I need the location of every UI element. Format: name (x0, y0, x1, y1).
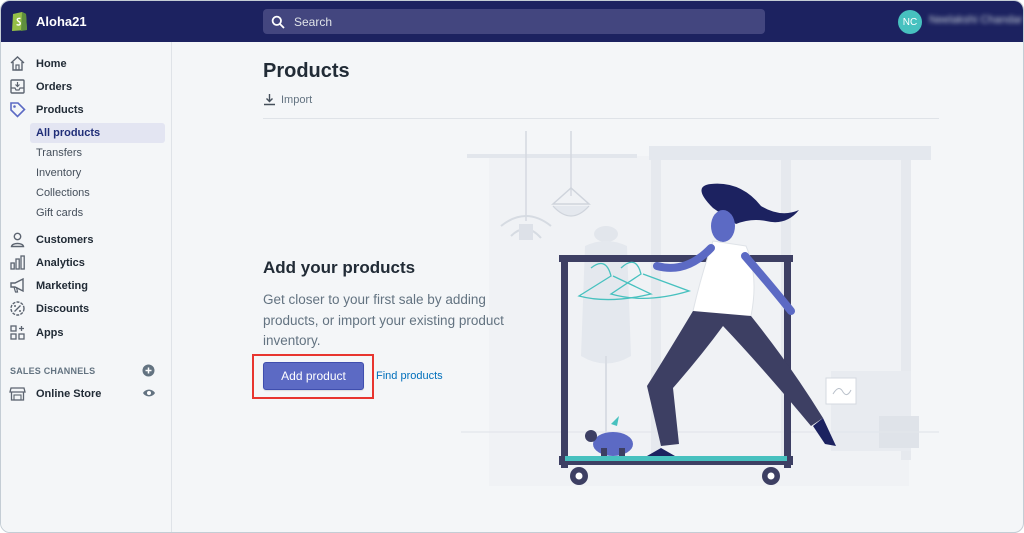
import-button[interactable]: Import (263, 93, 312, 106)
header-divider (263, 118, 939, 119)
sidebar-subitem-transfers[interactable]: Transfers (30, 143, 165, 163)
tag-icon (10, 102, 26, 118)
sidebar-subitem-gift-cards[interactable]: Gift cards (30, 203, 165, 223)
sidebar-item-customers[interactable]: Customers (1, 229, 172, 251)
page-title: Products (263, 60, 350, 82)
sidebar-item-discounts[interactable]: Discounts (1, 298, 172, 320)
search-icon (271, 15, 285, 29)
eye-icon[interactable] (142, 388, 156, 398)
sidebar-subitem-label: Transfers (36, 147, 83, 159)
store-icon (9, 387, 26, 401)
sidebar-item-label: Home (36, 58, 67, 70)
sidebar-item-marketing[interactable]: Marketing (1, 275, 172, 297)
sidebar-item-products[interactable]: Products (1, 99, 172, 121)
sidebar: Home Orders Products All products Transf… (1, 42, 172, 532)
search-bar[interactable]: Search (263, 9, 765, 34)
sidebar-subitem-label: Gift cards (36, 207, 84, 219)
sidebar-item-label: Discounts (36, 303, 90, 315)
sidebar-item-label: Products (36, 104, 84, 116)
sidebar-item-label: Customers (36, 234, 94, 246)
empty-state-description: Get closer to your first sale by adding … (263, 292, 504, 348)
add-channel-icon[interactable] (142, 364, 155, 377)
discount-icon (10, 301, 25, 316)
sidebar-subitem-all-products[interactable]: All products (30, 123, 165, 143)
add-product-button[interactable]: Add product (263, 362, 364, 390)
search-input[interactable]: Search (294, 15, 332, 29)
sidebar-item-analytics[interactable]: Analytics (1, 252, 172, 274)
sidebar-item-label: Apps (36, 327, 64, 339)
shopify-logo-icon[interactable] (10, 10, 28, 32)
sidebar-item-label: Online Store (36, 388, 102, 400)
person-icon (10, 232, 25, 248)
app-window: Aloha21 Search NC Neelakshi Chandar Home (0, 0, 1024, 533)
sidebar-item-label: Analytics (36, 257, 85, 269)
empty-state-title: Add your products (263, 258, 416, 277)
find-products-link[interactable]: Find products (376, 370, 443, 382)
sidebar-subitem-inventory[interactable]: Inventory (30, 163, 165, 183)
avatar[interactable]: NC (898, 10, 922, 34)
megaphone-icon (10, 277, 24, 293)
sidebar-subitem-collections[interactable]: Collections (30, 183, 165, 203)
home-icon (10, 56, 25, 71)
sidebar-subitem-label: Collections (36, 187, 90, 199)
sidebar-subitem-label: Inventory (36, 167, 82, 179)
bar-chart-icon (10, 255, 25, 270)
sidebar-item-home[interactable]: Home (1, 53, 172, 75)
sidebar-item-label: Orders (36, 81, 73, 93)
sidebar-item-orders[interactable]: Orders (1, 76, 172, 98)
sales-channels-heading: SALES CHANNELS (10, 366, 96, 376)
import-label: Import (281, 93, 313, 106)
sidebar-item-apps[interactable]: Apps (1, 322, 172, 344)
sidebar-item-label: Marketing (36, 280, 88, 292)
apps-icon (10, 325, 25, 340)
sidebar-subitem-label: All products (36, 127, 101, 139)
store-name[interactable]: Aloha21 (36, 14, 87, 29)
user-name[interactable]: Neelakshi Chandar (929, 14, 1023, 26)
orders-icon (10, 79, 25, 94)
import-icon (264, 94, 275, 106)
top-bar: Aloha21 Search NC Neelakshi Chandar (1, 1, 1023, 42)
